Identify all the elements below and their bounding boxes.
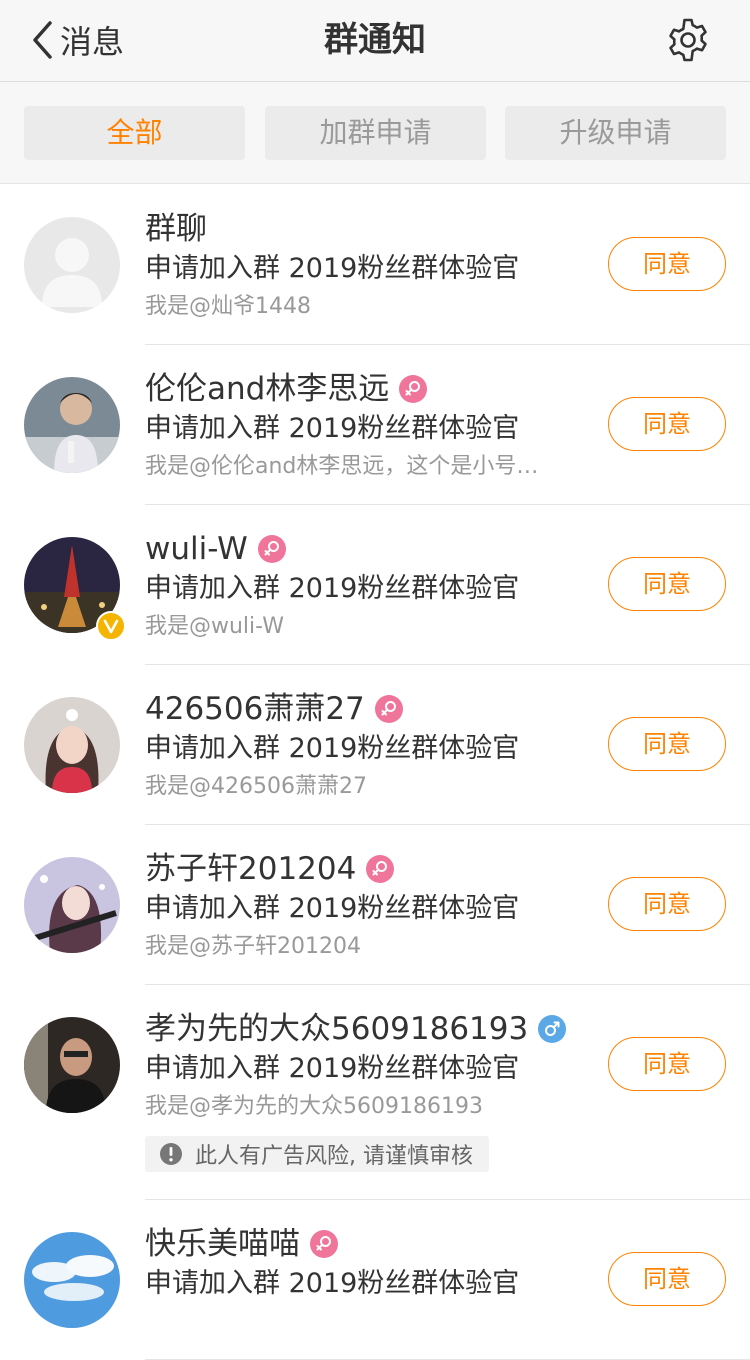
agree-button[interactable]: 同意 [608,237,726,291]
user-name[interactable]: 426506萧萧27 [145,689,365,729]
request-description: 申请加入群 2019粉丝群体验官 [145,893,520,924]
page-title: 群通知 [324,20,426,60]
risk-warning: 此人有广告风险, 请谨慎审核 [145,1136,489,1172]
request-row[interactable]: wuli-W 申请加入群 2019粉丝群体验官 我是@wuli-W 同意 [0,505,750,665]
verified-badge-icon [96,611,126,641]
exclamation-icon [160,1143,182,1165]
tab-join-requests[interactable]: 加群申请 [265,106,486,160]
avatar[interactable] [24,377,120,473]
request-message: 我是@426506萧萧27 [145,774,367,799]
user-name[interactable]: 伦伦and林李思远 [145,369,389,409]
avatar[interactable] [24,217,120,313]
avatar[interactable] [24,857,120,953]
agree-button[interactable]: 同意 [608,557,726,611]
tab-all[interactable]: 全部 [24,106,245,160]
agree-button[interactable]: 同意 [608,717,726,771]
user-name[interactable]: 孝为先的大众5609186193 [145,1009,528,1049]
tab-upgrade-requests[interactable]: 升级申请 [505,106,726,160]
female-icon [366,855,395,883]
avatar[interactable] [24,1017,120,1113]
user-name[interactable]: 群聊 [145,209,207,249]
agree-button[interactable]: 同意 [608,397,726,451]
request-description: 申请加入群 2019粉丝群体验官 [145,413,520,444]
user-name[interactable]: 快乐美喵喵 [145,1224,300,1264]
agree-button[interactable]: 同意 [608,1037,726,1091]
request-message: 我是@灿爷1448 [145,294,311,319]
request-description: 申请加入群 2019粉丝群体验官 [145,733,520,764]
avatar[interactable] [24,697,120,793]
nav-bar: 消息 群通知 [0,0,750,82]
request-description: 申请加入群 2019粉丝群体验官 [145,573,520,604]
gear-icon[interactable] [664,16,712,64]
request-message: 我是@伦伦and林李思远，这个是小号… [145,454,539,479]
filter-tabs: 全部 加群申请 升级申请 [0,82,750,184]
agree-button[interactable]: 同意 [608,877,726,931]
warning-text: 此人有广告风险, 请谨慎审核 [195,1144,473,1169]
request-row[interactable]: 孝为先的大众5609186193 申请加入群 2019粉丝群体验官 我是@孝为先… [0,985,750,1200]
female-icon [257,535,286,563]
male-icon [538,1015,567,1043]
request-description: 申请加入群 2019粉丝群体验官 [145,1268,520,1299]
request-row[interactable]: 快乐美喵喵 申请加入群 2019粉丝群体验官 同意 [0,1200,750,1360]
request-row[interactable]: 群聊 申请加入群 2019粉丝群体验官 我是@灿爷1448 同意 [0,185,750,345]
female-icon [399,375,428,403]
user-name[interactable]: wuli-W [145,529,248,569]
avatar[interactable] [24,1232,120,1328]
request-description: 申请加入群 2019粉丝群体验官 [145,253,520,284]
agree-button[interactable]: 同意 [608,1252,726,1306]
request-message: 我是@wuli-W [145,614,284,639]
request-row[interactable]: 苏子轩201204 申请加入群 2019粉丝群体验官 我是@苏子轩201204 … [0,825,750,985]
request-list: 群聊 申请加入群 2019粉丝群体验官 我是@灿爷1448 同意 伦伦and林李… [0,185,750,1360]
request-description: 申请加入群 2019粉丝群体验官 [145,1053,520,1084]
request-row[interactable]: 伦伦and林李思远 申请加入群 2019粉丝群体验官 我是@伦伦and林李思远，… [0,345,750,505]
user-name[interactable]: 苏子轩201204 [145,849,356,889]
request-message: 我是@苏子轩201204 [145,934,361,959]
request-row[interactable]: 426506萧萧27 申请加入群 2019粉丝群体验官 我是@426506萧萧2… [0,665,750,825]
female-icon [374,695,403,723]
female-icon [310,1230,338,1258]
request-message: 我是@孝为先的大众5609186193 [145,1094,483,1119]
